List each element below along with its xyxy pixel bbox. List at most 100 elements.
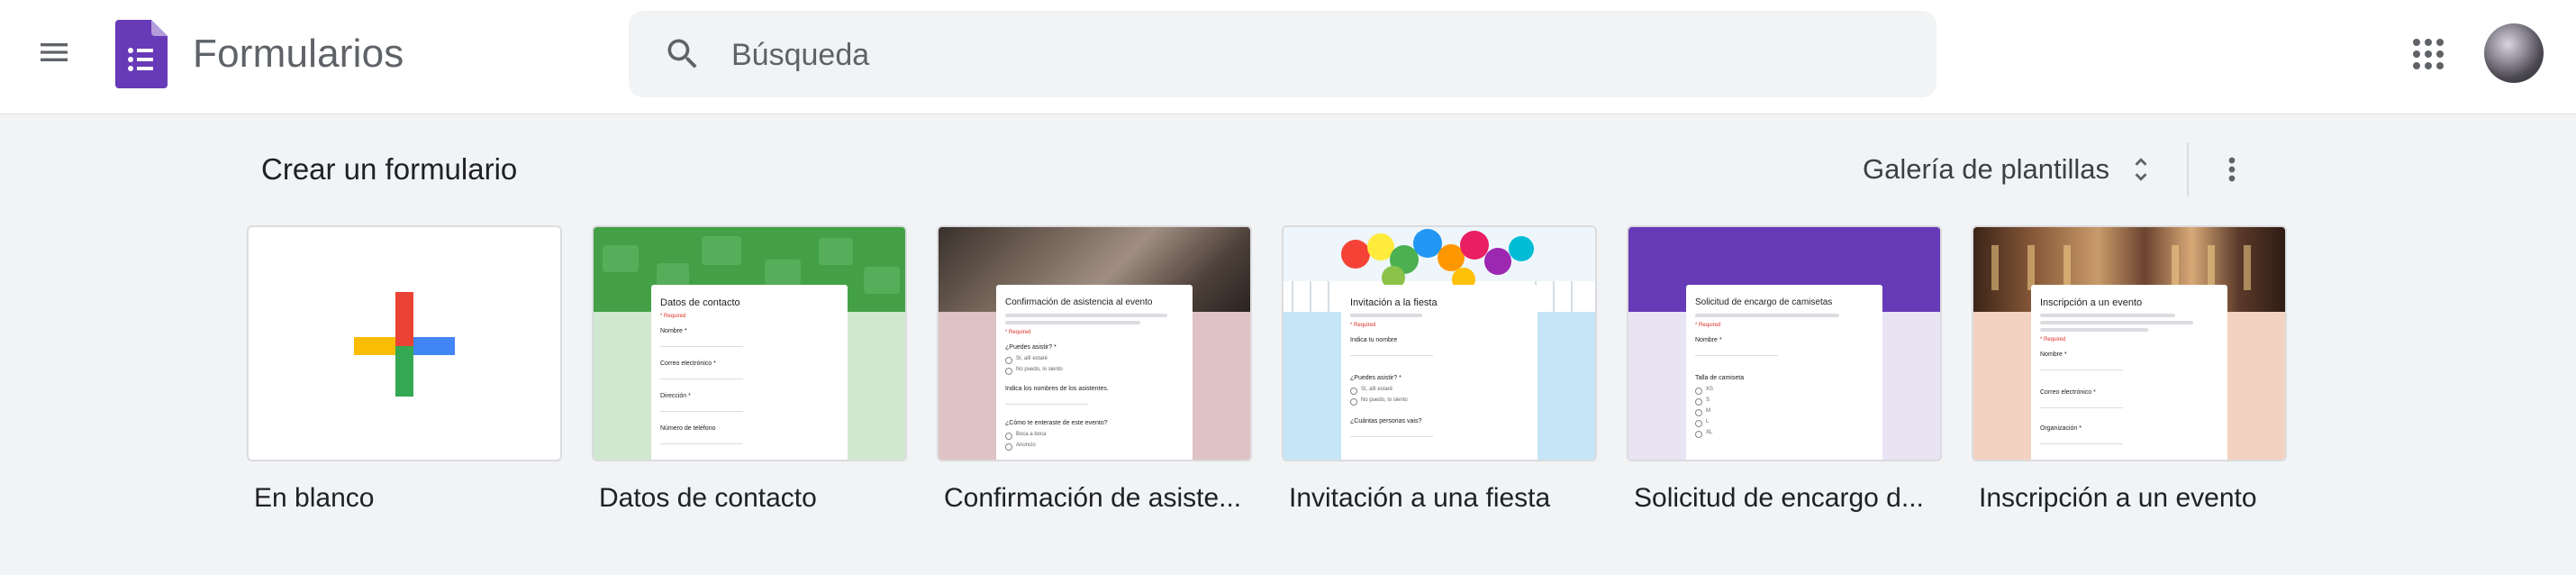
mini-question: ¿Cuántas personas vais?: [1350, 418, 1422, 424]
mini-description-line: [1695, 314, 1839, 317]
template-thumbnail[interactable]: Solicitud de encargo de camisetas * Requ…: [1627, 225, 1942, 461]
mini-option: L: [1706, 419, 1710, 424]
mini-radio: [1695, 388, 1702, 395]
mini-radio: [1695, 398, 1702, 406]
mini-form-preview: Solicitud de encargo de camisetas * Requ…: [1686, 285, 1882, 460]
mini-radio: [1695, 420, 1702, 427]
mini-question: Nombre *: [1695, 337, 1722, 343]
mini-form-title: Inscripción a un evento: [2040, 297, 2143, 308]
mini-required-note: * Required: [1695, 323, 1721, 328]
header-divider: [2187, 142, 2189, 196]
section-title: Crear un formulario: [261, 152, 518, 186]
mini-radio: [1005, 443, 1012, 451]
template-card-tshirt[interactable]: Solicitud de encargo de camisetas * Requ…: [1627, 225, 1942, 516]
template-thumbnail[interactable]: Confirmación de asistencia al evento * R…: [937, 225, 1252, 461]
template-gallery-button[interactable]: Galería de plantillas: [1852, 141, 2165, 198]
mini-question: Correo electrónico *: [2040, 389, 2096, 396]
mini-description-line: [1005, 314, 1167, 317]
mini-answer-line: [1695, 355, 1778, 356]
template-card-rsvp[interactable]: Confirmación de asistencia al evento * R…: [937, 225, 1252, 516]
more-vert-icon: [2228, 157, 2236, 182]
mini-form-preview: Datos de contacto * Required Nombre * Co…: [651, 285, 848, 460]
mini-answer-line: [660, 346, 743, 347]
template-thumbnail[interactable]: [247, 225, 562, 461]
template-label: Inscripción a un evento: [1979, 483, 2257, 513]
template-label: Invitación a una fiesta: [1289, 483, 1551, 513]
mini-question: Indica tu nombre: [1350, 337, 1398, 343]
mini-question: ¿Cómo te enteraste de este evento?: [1005, 420, 1108, 426]
template-card-contact[interactable]: Datos de contacto * Required Nombre * Co…: [592, 225, 907, 516]
mini-form-title: Invitación a la fiesta: [1350, 297, 1438, 308]
template-thumbnail[interactable]: Datos de contacto * Required Nombre * Co…: [592, 225, 907, 461]
mini-description-line: [2040, 328, 2148, 332]
mini-question: Indica los nombres de los asistentes.: [1005, 386, 1109, 392]
mini-option: Sí, allí estaré: [1016, 356, 1048, 361]
search-icon[interactable]: [663, 34, 703, 74]
mini-required-note: * Required: [2040, 337, 2066, 342]
mini-form-preview: Confirmación de asistencia al evento * R…: [996, 285, 1193, 460]
mini-option: No puedo, lo siento: [1361, 397, 1408, 403]
search-input[interactable]: [730, 31, 1904, 79]
template-card-blank[interactable]: En blanco: [247, 225, 562, 516]
mini-form-title: Datos de contacto: [660, 297, 740, 308]
mini-form-title: Confirmación de asistencia al evento: [1005, 297, 1153, 307]
mini-question: Correo electrónico *: [660, 361, 716, 367]
mini-option: Sí, allí estaré: [1361, 387, 1393, 392]
mini-question: Dirección *: [660, 393, 691, 399]
mini-required-note: * Required: [1005, 330, 1031, 335]
template-card-party[interactable]: Invitación a la fiesta * Required Indica…: [1282, 225, 1597, 516]
mini-answer-line: [1350, 355, 1433, 356]
mini-description-line: [2040, 321, 2193, 324]
template-card-event-registration[interactable]: Inscripción a un evento * Required Nombr…: [1972, 225, 2287, 516]
google-apps-button[interactable]: [2399, 25, 2457, 83]
mini-question: ¿Puedes asistir? *: [1005, 344, 1057, 351]
template-gallery-label: Galería de plantillas: [1863, 153, 2109, 185]
mini-radio: [1695, 431, 1702, 438]
app-title[interactable]: Formularios: [193, 31, 404, 78]
mini-description-line: [1005, 321, 1140, 324]
template-label: Confirmación de asiste...: [944, 483, 1242, 513]
mini-form-title: Solicitud de encargo de camisetas: [1695, 297, 1833, 307]
template-label: En blanco: [254, 483, 375, 513]
mini-required-note: * Required: [660, 314, 686, 319]
mini-radio: [1350, 398, 1357, 406]
mini-answer-line: [1005, 404, 1088, 405]
forms-logo-icon[interactable]: [115, 20, 168, 88]
unfold-more-icon: [2135, 158, 2147, 181]
mini-option: S: [1706, 397, 1710, 403]
mini-option: XS: [1706, 387, 1714, 392]
mini-answer-line: [1350, 436, 1433, 437]
mini-radio: [1005, 357, 1012, 364]
mini-radio: [1005, 433, 1012, 440]
mini-option: M: [1706, 408, 1710, 414]
mini-option: Boca a boca: [1016, 432, 1047, 437]
top-app-bar: Formularios: [0, 0, 2576, 114]
mini-radio: [1695, 409, 1702, 416]
mini-question: Nombre *: [660, 328, 687, 334]
template-label: Solicitud de encargo d...: [1634, 483, 1924, 513]
apps-grid-icon: [2413, 39, 2444, 69]
mini-form-preview: Invitación a la fiesta * Required Indica…: [1341, 285, 1537, 460]
template-thumbnail[interactable]: Inscripción a un evento * Required Nombr…: [1972, 225, 2287, 461]
mini-option: XL: [1706, 430, 1713, 435]
plus-multicolor-icon: [354, 292, 455, 397]
template-label: Datos de contacto: [599, 483, 817, 513]
main-menu-button[interactable]: [27, 25, 81, 79]
mini-radio: [1350, 388, 1357, 395]
mini-question: Organización *: [2040, 425, 2082, 432]
mini-answer-line: [660, 411, 743, 412]
mini-required-note: * Required: [1350, 323, 1376, 328]
mini-question: Talla de camiseta: [1695, 375, 1745, 381]
account-avatar[interactable]: [2484, 23, 2544, 83]
template-thumbnail[interactable]: Invitación a la fiesta * Required Indica…: [1282, 225, 1597, 461]
mini-question: Número de teléfono: [660, 425, 716, 432]
mini-description-line: [1350, 314, 1422, 317]
search-bar[interactable]: [629, 11, 1937, 97]
mini-question: ¿Puedes asistir? *: [1350, 375, 1401, 381]
mini-answer-line: [2040, 407, 2123, 408]
mini-description-line: [2040, 314, 2175, 317]
mini-option: Anuncio: [1016, 443, 1036, 448]
mini-answer-line: [660, 443, 743, 444]
more-options-button[interactable]: [2205, 141, 2259, 198]
mini-option: No puedo, lo siento: [1016, 367, 1063, 372]
